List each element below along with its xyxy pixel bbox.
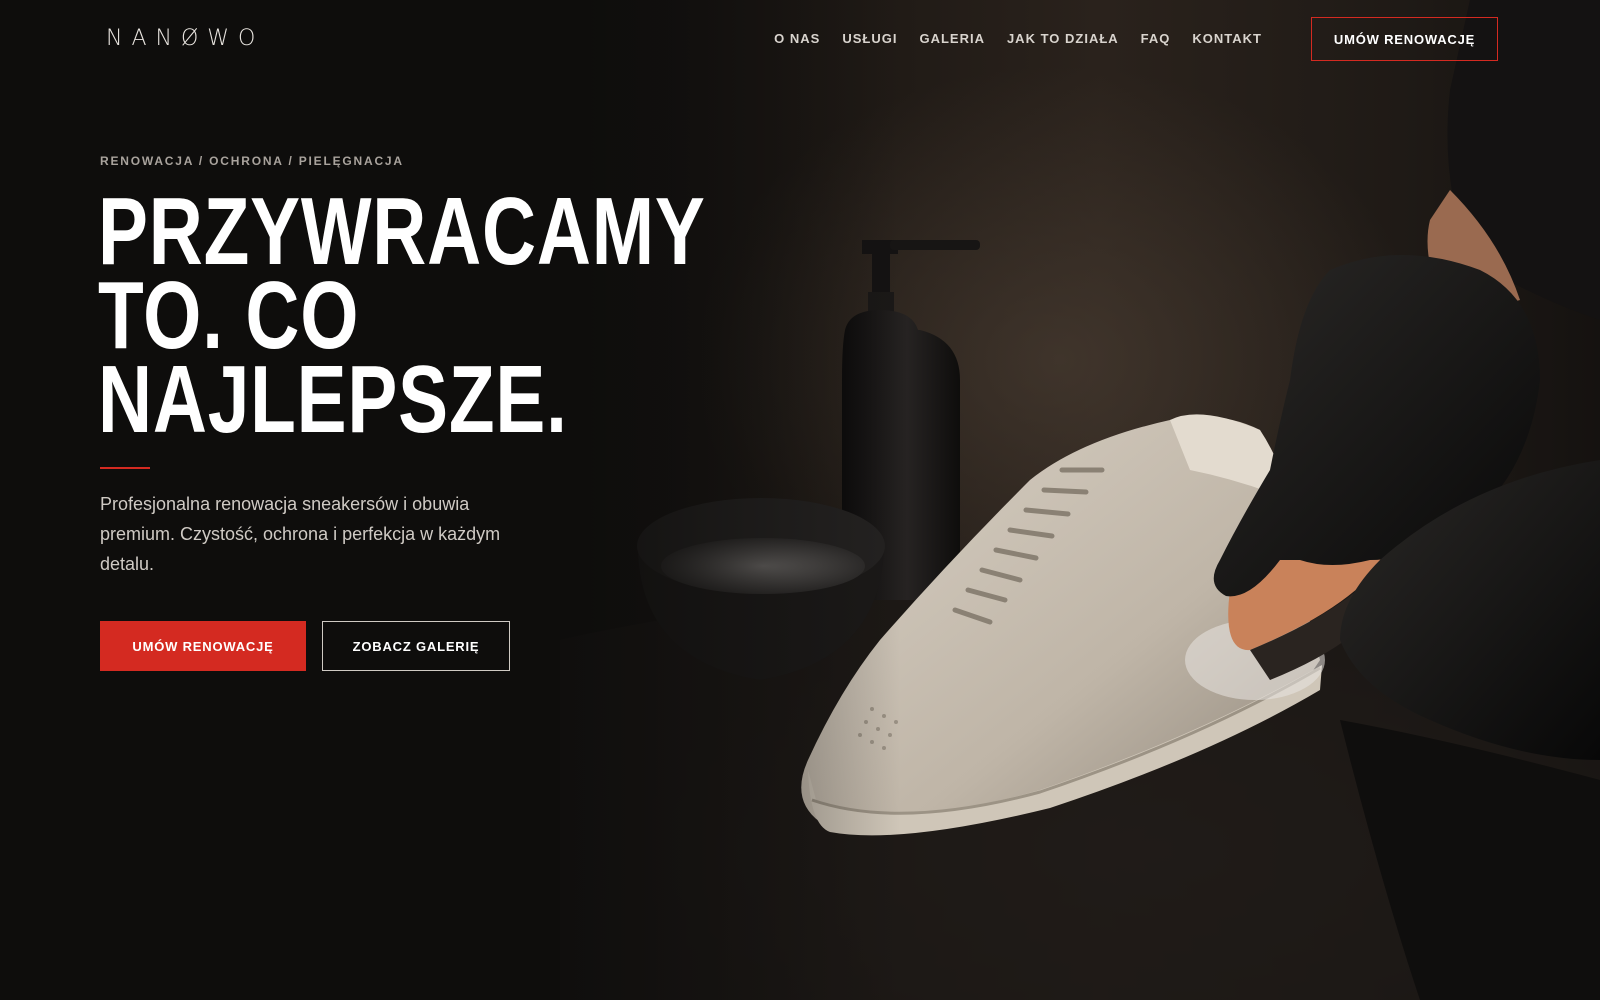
- nav-item-uslugi[interactable]: USŁUGI: [842, 31, 897, 46]
- nav-item-o-nas[interactable]: O NAS: [774, 31, 820, 46]
- nav-item-jak-to-dziala[interactable]: JAK TO DZIAŁA: [1007, 31, 1119, 46]
- accent-divider: [100, 467, 150, 469]
- hero-kicker: RENOWACJA / OCHRONA / PIELĘGNACJA: [100, 154, 404, 168]
- hero-description: Profesjonalna renowacja sneakersów i obu…: [100, 494, 501, 574]
- nav-item-galeria[interactable]: GALERIA: [919, 31, 985, 46]
- book-renovation-button[interactable]: UMÓW RENOWACJĘ: [100, 621, 306, 671]
- nav-item-faq[interactable]: FAQ: [1141, 31, 1171, 46]
- nav-item-kontakt[interactable]: KONTAKT: [1192, 31, 1262, 46]
- brand-logo[interactable]: NANØWO: [106, 26, 264, 51]
- hero-headline: PRZYWRACAMY TO. CO NAJLEPSZE.: [98, 184, 705, 453]
- nav-book-renovation-button[interactable]: UMÓW RENOWACJĘ: [1311, 17, 1498, 61]
- headline-line-3: NAJLEPSZE.: [98, 346, 568, 453]
- main-nav: O NAS USŁUGI GALERIA JAK TO DZIAŁA FAQ K…: [774, 31, 1262, 46]
- view-gallery-button[interactable]: ZOBACZ GALERIĘ: [322, 621, 510, 671]
- site-header: NANØWO O NAS USŁUGI GALERIA JAK TO DZIAŁ…: [0, 0, 1600, 80]
